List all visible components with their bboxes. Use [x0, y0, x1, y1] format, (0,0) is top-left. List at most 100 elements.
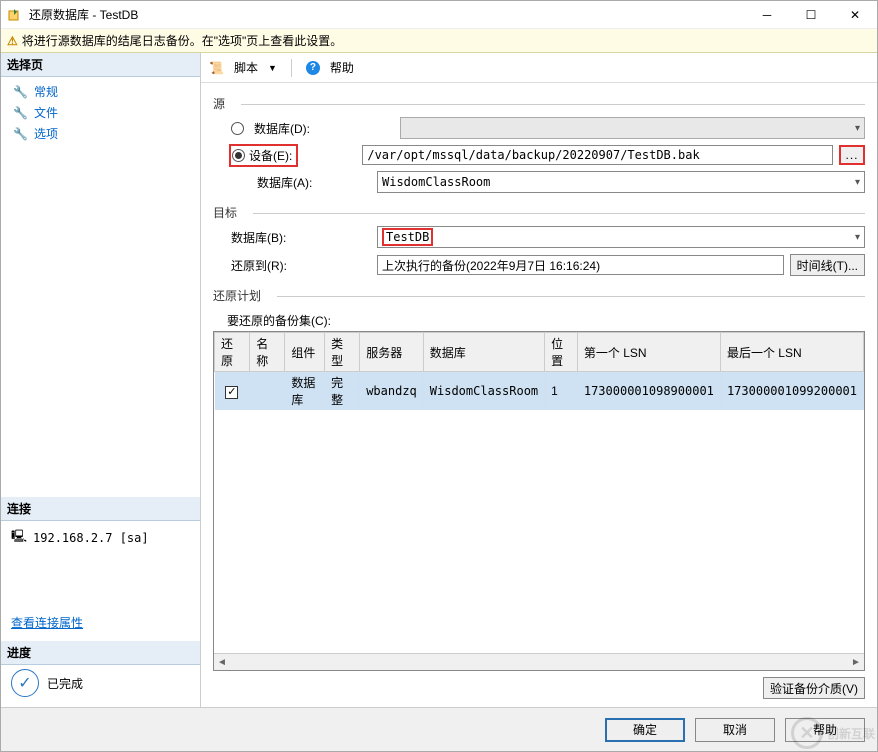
connection-header: 连接 [1, 497, 200, 521]
restore-to-label: 还原到(R): [231, 257, 331, 274]
chevron-down-icon: ▾ [855, 177, 860, 188]
minimize-button[interactable]: ─ [745, 1, 789, 29]
col-component[interactable]: 组件 [285, 333, 325, 372]
col-restore[interactable]: 还原 [215, 333, 250, 372]
source-db-combo[interactable]: WisdomClassRoom ▾ [377, 171, 865, 193]
nav-item-options[interactable]: 🔧 选项 [1, 123, 200, 144]
nav-label-general: 常规 [34, 83, 58, 100]
table-row[interactable]: 数据库 完整 wbandzq WisdomClassRoom 1 1730000… [215, 372, 864, 411]
help-icon: ? [306, 61, 320, 75]
notice-text: 将进行源数据库的结尾日志备份。在"选项"页上查看此设置。 [22, 32, 343, 49]
footer: 确定 取消 帮助 [1, 707, 877, 751]
scroll-right-icon[interactable]: ► [848, 657, 864, 668]
col-server[interactable]: 服务器 [360, 333, 424, 372]
radio-database-label: 数据库(D): [254, 120, 354, 137]
source-group-label: 源 [213, 95, 865, 112]
backup-sets-table: 还原 名称 组件 类型 服务器 数据库 位置 第一个 LSN 最后一个 LSN [214, 332, 864, 410]
backup-sets-table-wrap: 还原 名称 组件 类型 服务器 数据库 位置 第一个 LSN 最后一个 LSN [213, 331, 865, 671]
scroll-left-icon[interactable]: ◄ [214, 657, 230, 668]
wrench-icon: 🔧 [13, 127, 28, 141]
col-position[interactable]: 位置 [545, 333, 578, 372]
toolbar-separator [291, 59, 292, 77]
target-db-row: 数据库(B): TestDB ▾ [231, 226, 865, 248]
chevron-down-icon: ▾ [855, 232, 860, 243]
nav-label-files: 文件 [34, 104, 58, 121]
target-db-combo[interactable]: TestDB ▾ [377, 226, 865, 248]
right-panel: 📜 脚本 ▼ ? 帮助 源 数据库(D): ▾ [201, 53, 877, 707]
radio-database[interactable] [231, 122, 244, 135]
script-button[interactable]: 脚本 [234, 59, 258, 76]
device-path-field[interactable]: /var/opt/mssql/data/backup/20220907/Test… [362, 145, 833, 165]
target-db-value: TestDB [382, 228, 433, 246]
cell-first-lsn: 173000001098900001 [577, 372, 720, 411]
browse-device-button[interactable]: ... [839, 145, 865, 165]
titlebar: 还原数据库 - TestDB ─ ☐ ✕ [1, 1, 877, 29]
connection-box: 🖳 192.168.2.7 [sa] [1, 521, 200, 554]
source-db-value: WisdomClassRoom [382, 175, 490, 189]
wrench-icon: 🔧 [13, 85, 28, 99]
source-database-dropdown[interactable]: ▾ [400, 117, 865, 139]
cell-name [250, 372, 285, 411]
source-db-select-label: 数据库(A): [257, 174, 357, 191]
script-icon: 📜 [209, 61, 224, 75]
row-restore-checkbox[interactable] [225, 386, 238, 399]
source-db-select-row: 数据库(A): WisdomClassRoom ▾ [257, 171, 865, 193]
progress-header: 进度 [1, 641, 200, 665]
source-device-row: 设备(E): /var/opt/mssql/data/backup/202209… [231, 145, 865, 165]
nav: 🔧 常规 🔧 文件 🔧 选项 [1, 77, 200, 497]
verify-media-button[interactable]: 验证备份介质(V) [763, 677, 865, 699]
progress-status: 已完成 [47, 675, 83, 692]
body: 选择页 🔧 常规 🔧 文件 🔧 选项 连接 🖳 1 [1, 53, 877, 707]
cell-component: 数据库 [285, 372, 325, 411]
nav-item-files[interactable]: 🔧 文件 [1, 102, 200, 123]
close-button[interactable]: ✕ [833, 1, 877, 29]
col-first-lsn[interactable]: 第一个 LSN [577, 333, 720, 372]
cell-type: 完整 [325, 372, 360, 411]
help-button[interactable]: 帮助 [785, 718, 865, 742]
col-database[interactable]: 数据库 [423, 333, 544, 372]
app-icon [7, 7, 23, 23]
content: 源 数据库(D): ▾ 设备(E): /var/opt/mssql/data/ [201, 83, 877, 707]
maximize-button[interactable]: ☐ [789, 1, 833, 29]
timeline-button[interactable]: 时间线(T)... [790, 254, 865, 276]
plan-group-label: 还原计划 [213, 287, 865, 304]
nav-label-options: 选项 [34, 125, 58, 142]
radio-device-label: 设备(E): [249, 147, 292, 164]
warning-icon: ⚠ [7, 34, 18, 48]
select-page-header: 选择页 [1, 53, 200, 77]
horizontal-scrollbar[interactable]: ◄ ► [214, 653, 864, 670]
nav-item-general[interactable]: 🔧 常规 [1, 81, 200, 102]
col-last-lsn[interactable]: 最后一个 LSN [720, 333, 863, 372]
radio-device[interactable] [232, 149, 245, 162]
source-database-row: 数据库(D): ▾ [231, 117, 865, 139]
cell-database: WisdomClassRoom [423, 372, 544, 411]
dropdown-arrow-icon[interactable]: ▼ [268, 63, 277, 73]
chevron-down-icon: ▾ [855, 123, 860, 134]
toolbar: 📜 脚本 ▼ ? 帮助 [201, 53, 877, 83]
window-controls: ─ ☐ ✕ [745, 1, 877, 29]
cell-last-lsn: 173000001099200001 [720, 372, 863, 411]
cancel-button[interactable]: 取消 [695, 718, 775, 742]
cell-position: 1 [545, 372, 578, 411]
server-icon: 🖳 [11, 527, 27, 548]
target-group-label: 目标 [213, 204, 865, 221]
col-name[interactable]: 名称 [250, 333, 285, 372]
help-button[interactable]: 帮助 [330, 59, 354, 76]
window-title: 还原数据库 - TestDB [29, 6, 745, 23]
plan-area: 要还原的备份集(C): 还原 名称 组件 类型 服务器 数据库 [213, 310, 865, 699]
wrench-icon: 🔧 [13, 106, 28, 120]
restore-to-row: 还原到(R): 上次执行的备份(2022年9月7日 16:16:24) 时间线(… [231, 254, 865, 276]
backup-sets-label: 要还原的备份集(C): [227, 312, 865, 329]
target-db-label: 数据库(B): [231, 229, 331, 246]
connection-host: 192.168.2.7 [sa] [33, 531, 149, 545]
ok-button[interactable]: 确定 [605, 718, 685, 742]
col-type[interactable]: 类型 [325, 333, 360, 372]
cell-server: wbandzq [360, 372, 424, 411]
window-root: 还原数据库 - TestDB ─ ☐ ✕ ⚠ 将进行源数据库的结尾日志备份。在"… [0, 0, 878, 752]
notice-bar: ⚠ 将进行源数据库的结尾日志备份。在"选项"页上查看此设置。 [1, 29, 877, 53]
view-connection-props-link[interactable]: 查看连接属性 [1, 604, 200, 641]
left-panel: 选择页 🔧 常规 🔧 文件 🔧 选项 连接 🖳 1 [1, 53, 201, 707]
progress-box: ✓ 已完成 [1, 665, 200, 707]
progress-complete-icon: ✓ [11, 669, 39, 697]
restore-to-field[interactable]: 上次执行的备份(2022年9月7日 16:16:24) [377, 255, 784, 275]
